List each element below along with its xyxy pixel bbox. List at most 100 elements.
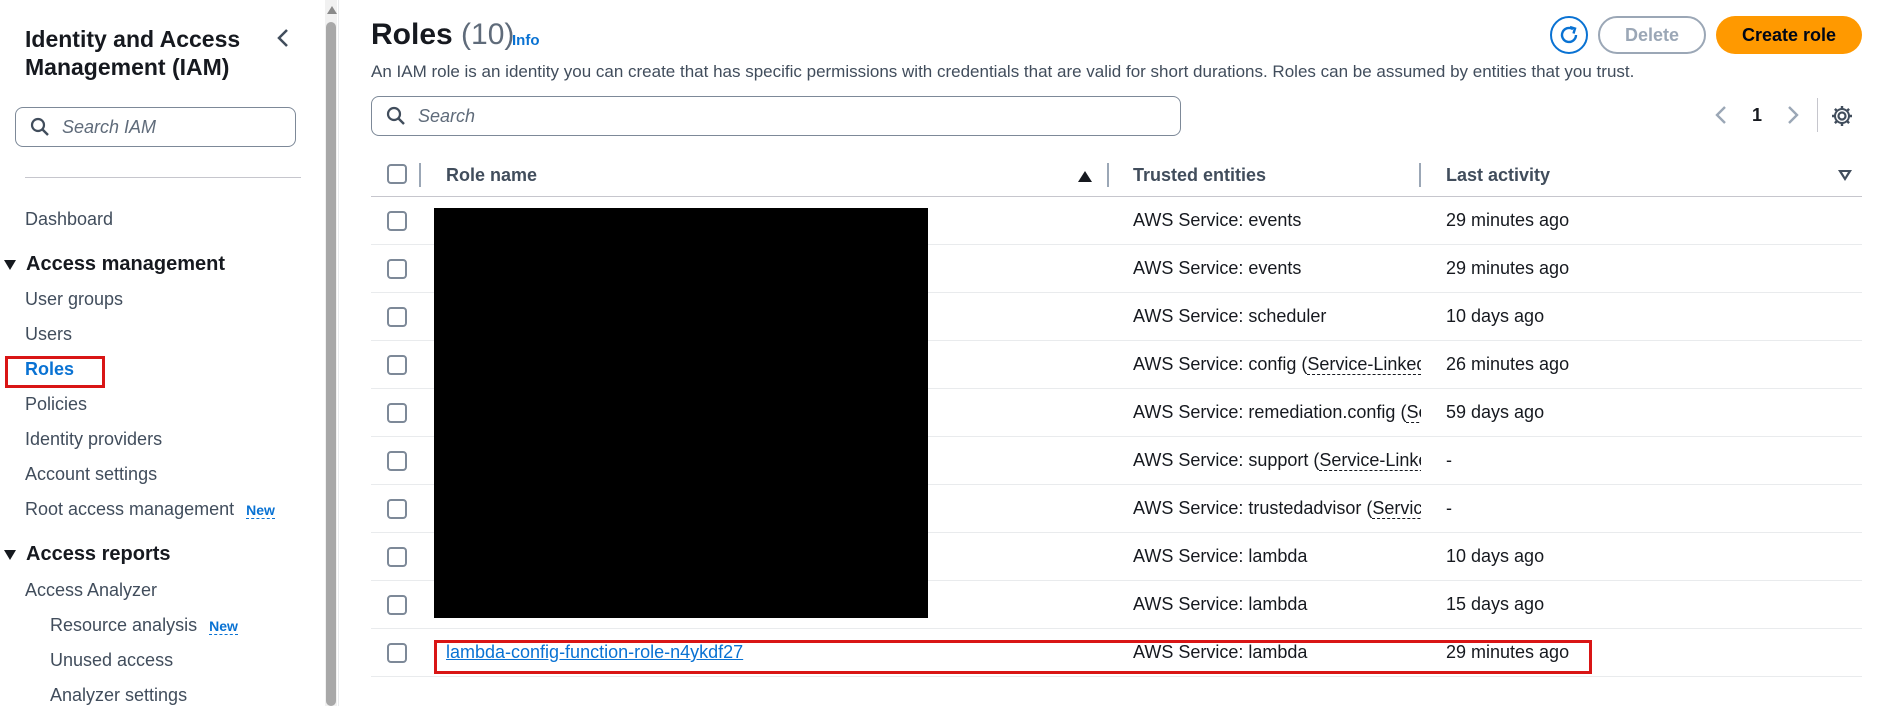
refresh-button[interactable] xyxy=(1550,16,1588,54)
search-placeholder: Search xyxy=(418,105,476,126)
service-linked-text[interactable]: Service-Linked xyxy=(1372,498,1421,519)
last-activity-cell: 29 minutes ago xyxy=(1446,258,1570,278)
trusted-entities-cell: AWS Service: remediation.config (Service… xyxy=(1133,402,1421,423)
sidebar-item-unused-access[interactable]: Unused access xyxy=(50,650,173,671)
trusted-text: AWS Service: support ( xyxy=(1133,450,1320,470)
roles-count: (10) xyxy=(461,18,515,51)
redaction-block xyxy=(434,208,928,618)
sidebar-title: Identity and Access Management (IAM) xyxy=(25,26,241,80)
last-activity-cell: - xyxy=(1446,498,1452,518)
column-header-last-activity[interactable]: Last activity xyxy=(1446,165,1550,186)
last-activity-cell: 59 days ago xyxy=(1446,402,1545,422)
row-checkbox[interactable] xyxy=(387,211,407,231)
chevron-left-icon xyxy=(277,29,288,47)
last-activity-cell: 10 days ago xyxy=(1446,546,1545,566)
last-activity-cell: 10 days ago xyxy=(1446,306,1545,326)
trusted-entities-cell: AWS Service: events xyxy=(1133,258,1421,279)
trusted-entities-cell: AWS Service: trustedadvisor (Service-Lin… xyxy=(1133,498,1421,519)
trusted-entities-cell: AWS Service: lambda xyxy=(1133,594,1421,615)
page-title-text: Roles xyxy=(371,18,453,51)
sidebar-item-root-access-management[interactable]: Root access management New xyxy=(25,499,275,520)
trusted-text: AWS Service: events xyxy=(1133,258,1302,278)
service-linked-text[interactable]: Service-Linked xyxy=(1319,450,1421,471)
trusted-text: AWS Service: lambda xyxy=(1133,594,1308,614)
caret-down-icon xyxy=(4,259,16,270)
row-checkbox[interactable] xyxy=(387,403,407,423)
new-badge: New xyxy=(209,618,238,635)
pagination-divider xyxy=(1817,98,1818,132)
sidebar-item-policies[interactable]: Policies xyxy=(25,394,87,415)
trusted-entities-cell: AWS Service: lambda xyxy=(1133,546,1421,567)
trusted-text: AWS Service: lambda xyxy=(1133,546,1308,566)
sidebar-item-users[interactable]: Users xyxy=(25,324,72,345)
last-activity-cell: 26 minutes ago xyxy=(1446,354,1570,374)
row-highlight-box xyxy=(434,640,1592,674)
row-checkbox[interactable] xyxy=(387,451,407,471)
row-checkbox[interactable] xyxy=(387,643,407,663)
row-checkbox[interactable] xyxy=(387,595,407,615)
sidebar-item-account-settings[interactable]: Account settings xyxy=(25,464,157,485)
section-heading: Access reports xyxy=(26,543,171,565)
column-header-trusted-entities[interactable]: Trusted entities xyxy=(1133,165,1266,186)
search-icon xyxy=(386,106,405,125)
row-checkbox[interactable] xyxy=(387,355,407,375)
trusted-text: AWS Service: trustedadvisor ( xyxy=(1133,498,1373,518)
sidebar-section-access-reports[interactable]: Access reports xyxy=(4,543,171,566)
gear-icon xyxy=(1832,106,1852,126)
select-all-checkbox[interactable] xyxy=(387,164,407,184)
sidebar-scrollbar[interactable] xyxy=(325,0,337,706)
trusted-text: AWS Service: config ( xyxy=(1133,354,1308,374)
sidebar-divider xyxy=(25,177,301,178)
roles-search-input[interactable]: Search xyxy=(371,96,1181,136)
scroll-up-icon[interactable] xyxy=(327,6,337,14)
sidebar-section-access-management[interactable]: Access management xyxy=(4,253,225,276)
column-separator[interactable] xyxy=(1419,163,1421,187)
roles-highlight-box xyxy=(5,356,105,388)
sidebar-item-user-groups[interactable]: User groups xyxy=(25,289,123,310)
page-description: An IAM role is an identity you can creat… xyxy=(371,62,1635,81)
sort-descending-icon[interactable] xyxy=(1838,170,1852,181)
trusted-entities-cell: AWS Service: support (Service-Linked xyxy=(1133,450,1421,471)
caret-down-icon xyxy=(4,549,16,560)
sidebar-item-dashboard[interactable]: Dashboard xyxy=(25,209,113,230)
row-checkbox[interactable] xyxy=(387,499,407,519)
sidebar: Identity and Access Management (IAM) Sea… xyxy=(0,0,324,706)
panel-divider xyxy=(338,0,339,706)
delete-button[interactable]: Delete xyxy=(1598,16,1706,54)
trusted-text: AWS Service: scheduler xyxy=(1133,306,1327,326)
table-header: Role name Trusted entities Last activity xyxy=(371,155,1862,197)
page-title: Roles (10) xyxy=(371,18,514,52)
sidebar-item-resource-analysis[interactable]: Resource analysis New xyxy=(50,615,238,636)
info-link[interactable]: Info xyxy=(512,32,540,49)
column-header-role-name[interactable]: Role name xyxy=(446,165,537,186)
trusted-text: AWS Service: events xyxy=(1133,210,1302,230)
sidebar-item-label: Root access management xyxy=(25,499,235,519)
sidebar-item-analyzer-settings[interactable]: Analyzer settings xyxy=(50,685,187,706)
row-checkbox[interactable] xyxy=(387,547,407,567)
previous-page-icon[interactable] xyxy=(1714,104,1728,132)
collapse-sidebar-button[interactable] xyxy=(272,26,296,50)
sidebar-item-identity-providers[interactable]: Identity providers xyxy=(25,429,162,450)
scrollbar-thumb[interactable] xyxy=(326,22,336,706)
current-page-number[interactable]: 1 xyxy=(1752,105,1762,126)
last-activity-cell: - xyxy=(1446,450,1452,470)
next-page-icon[interactable] xyxy=(1786,104,1800,132)
last-activity-cell: 15 days ago xyxy=(1446,594,1545,614)
sidebar-item-access-analyzer[interactable]: Access Analyzer xyxy=(25,580,157,601)
sidebar-item-label: Resource analysis xyxy=(50,615,198,635)
column-separator[interactable] xyxy=(1107,163,1109,187)
trusted-entities-cell: AWS Service: events xyxy=(1133,210,1421,231)
sort-ascending-icon[interactable] xyxy=(1078,171,1092,182)
trusted-entities-cell: AWS Service: scheduler xyxy=(1133,306,1421,327)
sidebar-search-placeholder: Search IAM xyxy=(62,116,157,137)
service-linked-text[interactable]: Service-Linked xyxy=(1307,354,1421,375)
row-checkbox[interactable] xyxy=(387,259,407,279)
sidebar-search-input[interactable]: Search IAM xyxy=(15,107,296,147)
create-role-button[interactable]: Create role xyxy=(1716,16,1862,54)
row-checkbox[interactable] xyxy=(387,307,407,327)
search-icon xyxy=(30,117,49,136)
table-settings-button[interactable] xyxy=(1830,104,1854,128)
last-activity-cell: 29 minutes ago xyxy=(1446,210,1570,230)
service-linked-text[interactable]: Service-Linked xyxy=(1406,402,1421,423)
column-separator xyxy=(419,163,421,187)
